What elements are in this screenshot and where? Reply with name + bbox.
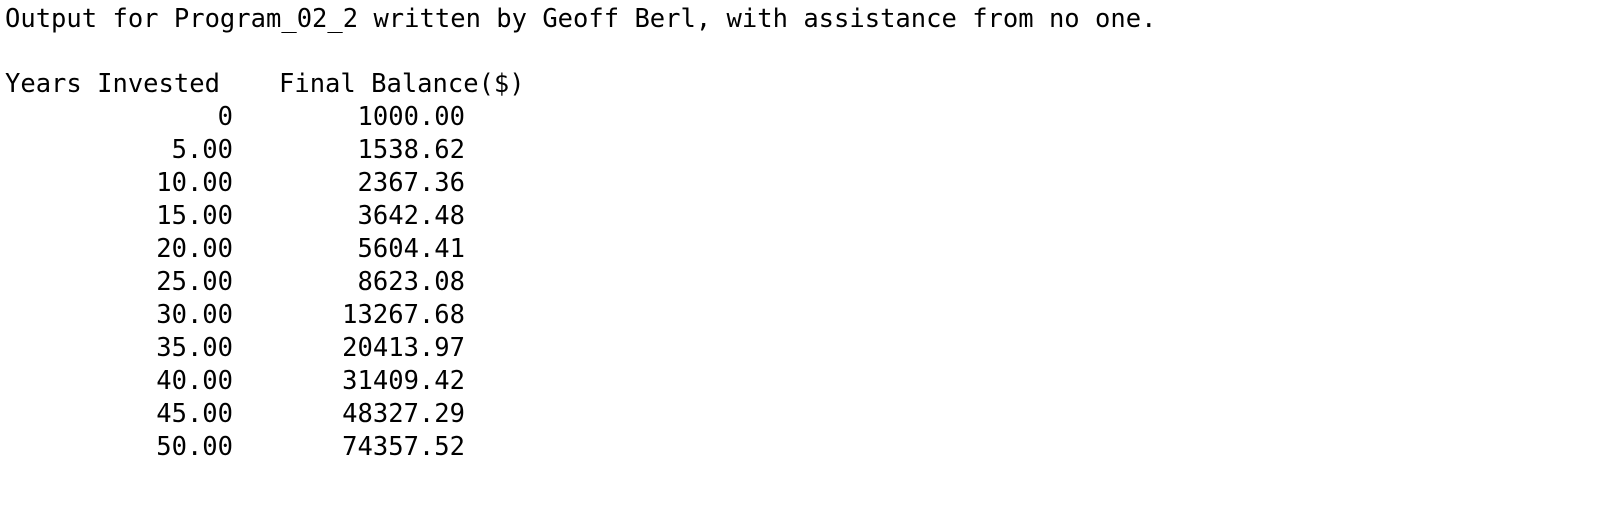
table-row: 15.00 3642.48 <box>5 199 465 233</box>
header-balance: Final Balance($) <box>279 69 525 99</box>
balance-cell: 48327.29 <box>342 399 465 429</box>
table-row: 10.00 2367.36 <box>5 166 465 200</box>
table-row: 50.00 74357.52 <box>5 430 465 464</box>
years-cell: 30.00 <box>156 300 233 330</box>
balance-cell: 74357.52 <box>342 432 465 462</box>
years-cell: 20.00 <box>156 234 233 264</box>
table-row: 40.00 31409.42 <box>5 364 465 398</box>
balance-cell: 1000.00 <box>357 102 465 132</box>
header-years: Years Invested <box>5 69 220 99</box>
balance-cell: 1538.62 <box>357 135 465 165</box>
table-row: 35.00 20413.97 <box>5 331 465 365</box>
years-cell: 10.00 <box>156 168 233 198</box>
balance-cell: 3642.48 <box>357 201 465 231</box>
balance-cell: 20413.97 <box>342 333 465 363</box>
balance-cell: 5604.41 <box>357 234 465 264</box>
years-cell: 15.00 <box>156 201 233 231</box>
years-cell: 35.00 <box>156 333 233 363</box>
table-row: 25.00 8623.08 <box>5 265 465 299</box>
years-cell: 50.00 <box>156 432 233 462</box>
years-cell: 45.00 <box>156 399 233 429</box>
table-row: 20.00 5604.41 <box>5 232 465 266</box>
balance-cell: 31409.42 <box>342 366 465 396</box>
balance-cell: 2367.36 <box>357 168 465 198</box>
balance-cell: 13267.68 <box>342 300 465 330</box>
table-row: 0 1000.00 <box>5 100 465 134</box>
balance-cell: 8623.08 <box>357 267 465 297</box>
years-cell: 25.00 <box>156 267 233 297</box>
table-row: 30.00 13267.68 <box>5 298 465 332</box>
table-header: Years Invested Final Balance($) <box>5 67 525 101</box>
banner-line: Output for Program_02_2 written by Geoff… <box>5 4 1157 34</box>
table-row: 5.00 1538.62 <box>5 133 465 167</box>
years-cell: 5.00 <box>171 135 233 165</box>
years-cell: 0 <box>217 102 233 132</box>
table-row: 45.00 48327.29 <box>5 397 465 431</box>
years-cell: 40.00 <box>156 366 233 396</box>
